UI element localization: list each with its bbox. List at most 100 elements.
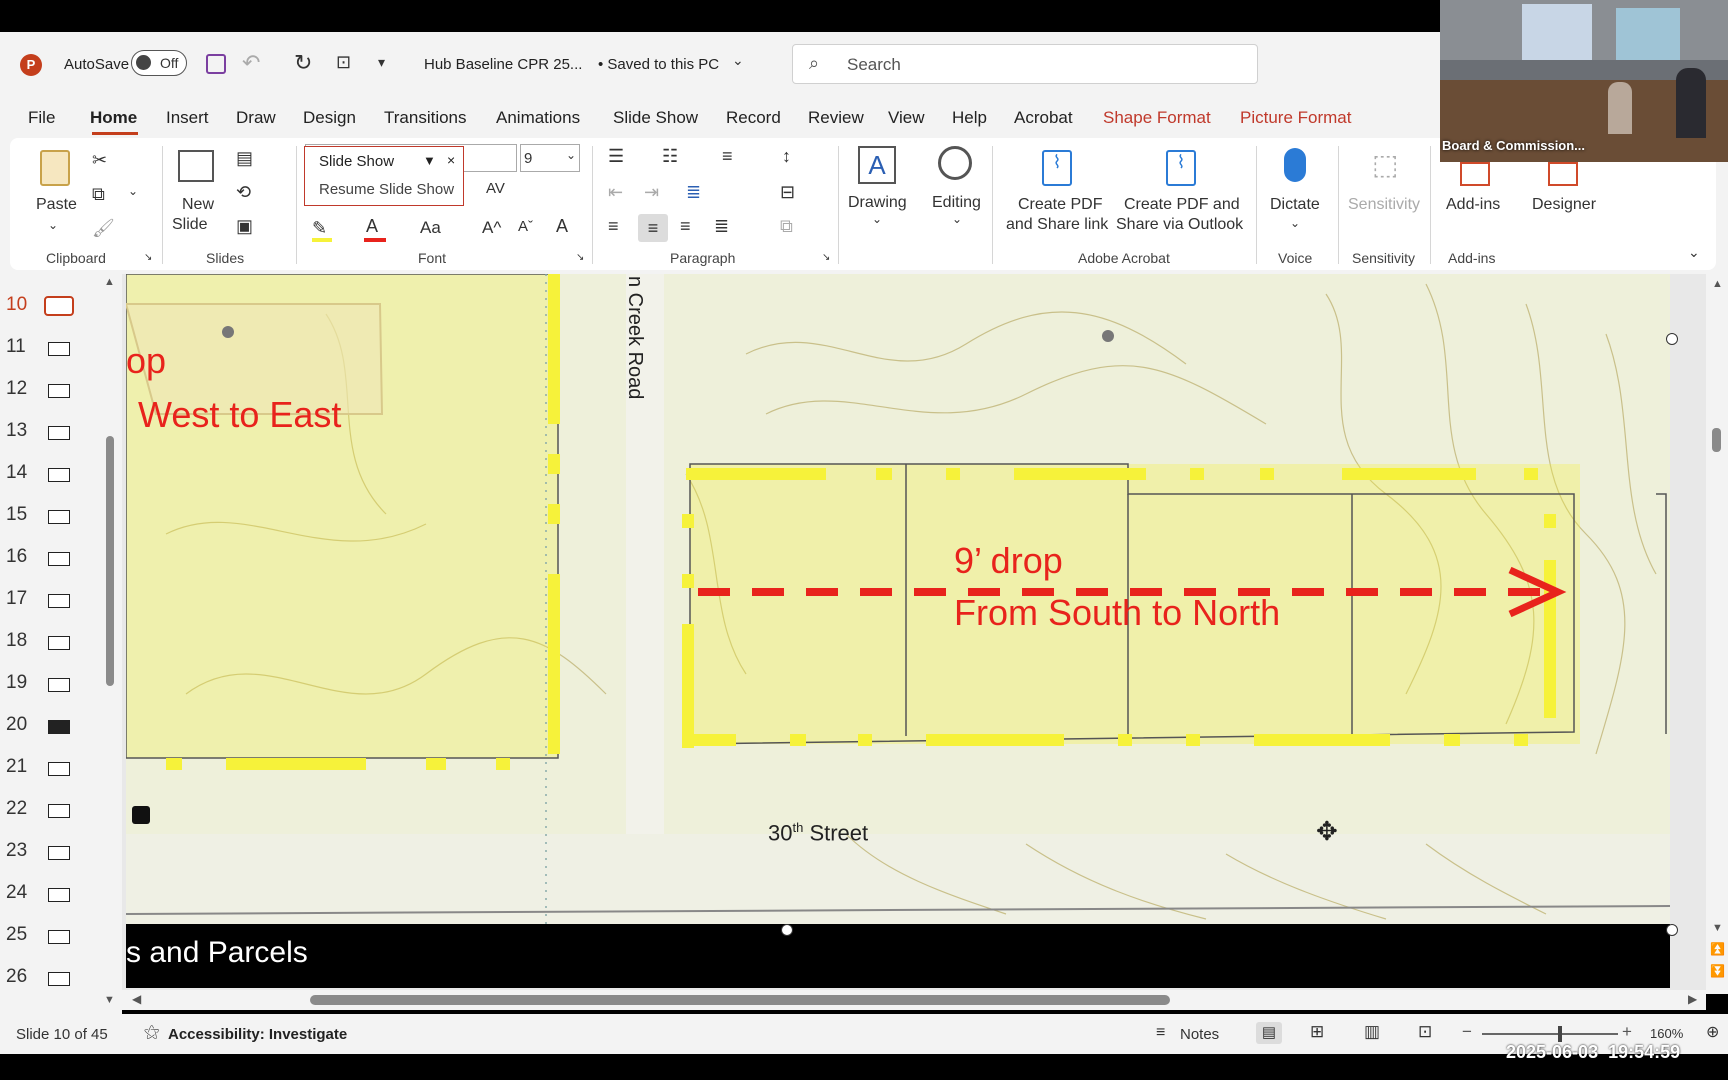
align-text-icon[interactable]: ⊟ <box>780 182 795 203</box>
clipboard-launcher-icon[interactable]: ↘ <box>144 252 152 263</box>
present-icon[interactable]: ⊡ <box>336 52 351 73</box>
align-left-icon[interactable]: ≡ <box>608 216 619 237</box>
numbering-icon[interactable]: ☷ <box>662 146 678 167</box>
addins-button[interactable]: Add-ins <box>1446 196 1500 214</box>
notes-icon[interactable]: ≡ <box>1156 1024 1165 1042</box>
create-pdf-outlook-label-2[interactable]: Share via Outlook <box>1116 216 1243 234</box>
new-slide-icon[interactable] <box>178 150 214 182</box>
customize-qat-icon[interactable]: ▾ <box>378 54 385 71</box>
slide-thumbnail[interactable] <box>48 930 70 944</box>
selection-handle[interactable] <box>781 924 793 936</box>
thumbnail-scrollbar[interactable]: ▲ ▼ <box>104 276 116 1006</box>
thumbnail-number[interactable]: 13 <box>6 420 27 442</box>
cut-icon[interactable]: ✂ <box>92 150 107 171</box>
slide-sorter-icon[interactable]: ⊞ <box>1310 1022 1324 1042</box>
next-slide-icon[interactable]: ⏬ <box>1710 964 1725 978</box>
designer-icon[interactable] <box>1548 162 1578 186</box>
character-spacing-icon[interactable]: AV <box>486 180 505 197</box>
thumbnail-number[interactable]: 20 <box>6 714 27 736</box>
thumbnail-number[interactable]: 26 <box>6 966 27 988</box>
copy-dropdown-icon[interactable]: ⌄ <box>128 184 138 198</box>
sensitivity-button[interactable]: Sensitivity <box>1348 196 1420 214</box>
dictate-button[interactable]: Dictate <box>1270 196 1320 214</box>
paste-dropdown-icon[interactable]: ⌄ <box>48 218 58 232</box>
scroll-down-arrow-icon[interactable]: ▼ <box>1712 922 1723 934</box>
thumbnail-number[interactable]: 10 <box>6 294 27 316</box>
layout-icon[interactable]: ▤ <box>236 148 253 169</box>
fit-slide-icon[interactable]: ⊕ <box>1706 1022 1719 1042</box>
slide-thumbnail[interactable] <box>48 636 70 650</box>
font-launcher-icon[interactable]: ↘ <box>576 252 584 263</box>
chevron-down-icon[interactable]: ⌄ <box>732 52 744 69</box>
decrease-indent-icon[interactable]: ⇤ <box>608 182 623 203</box>
font-size-dropdown-icon[interactable]: ⌄ <box>566 148 576 162</box>
autosave-toggle[interactable]: Off <box>131 50 187 76</box>
thumbnail-number[interactable]: 23 <box>6 840 27 862</box>
editing-icon[interactable] <box>938 146 972 180</box>
align-right-icon[interactable]: ≡ <box>680 216 691 237</box>
thumbnail-selected[interactable] <box>44 296 74 316</box>
addins-icon[interactable] <box>1460 162 1490 186</box>
slide-bottom-title[interactable]: s and Parcels <box>126 936 308 970</box>
text-direction-icon[interactable]: ↕ <box>782 146 791 167</box>
slide-thumbnail[interactable] <box>48 720 70 734</box>
pdf-share-link-icon[interactable]: ⌇ <box>1042 150 1072 186</box>
format-painter-icon[interactable]: 🖌 <box>92 218 115 239</box>
scroll-down-arrow-icon[interactable]: ▼ <box>104 994 115 1006</box>
dictate-dropdown-icon[interactable]: ⌄ <box>1290 216 1300 230</box>
slide-thumbnail[interactable] <box>48 678 70 692</box>
tab-file[interactable]: File <box>28 108 55 128</box>
paste-button[interactable]: Paste <box>36 196 77 214</box>
scroll-left-arrow-icon[interactable]: ◀ <box>132 992 141 1006</box>
slide-vertical-scrollbar[interactable]: ▲ ▼ ⏫ ⏬ <box>1706 274 1728 994</box>
increase-indent-icon[interactable]: ⇥ <box>644 182 659 203</box>
new-slide-label-1[interactable]: New <box>182 196 214 214</box>
scroll-up-arrow-icon[interactable]: ▲ <box>1712 278 1723 290</box>
tab-view[interactable]: View <box>888 108 925 128</box>
tab-design[interactable]: Design <box>303 108 356 128</box>
tab-picture-format[interactable]: Picture Format <box>1240 108 1351 128</box>
collapse-ribbon-icon[interactable]: ⌄ <box>1688 244 1700 261</box>
drawing-icon[interactable]: A <box>858 146 896 184</box>
thumbnail-number[interactable]: 12 <box>6 378 27 400</box>
slide-thumbnail[interactable] <box>48 342 70 356</box>
slide-thumbnail[interactable] <box>48 888 70 902</box>
columns-icon[interactable]: ≣ <box>686 182 701 203</box>
redo-icon[interactable]: ↻ <box>294 50 312 76</box>
copy-icon[interactable]: ⧉ <box>92 184 105 205</box>
section-icon[interactable]: ▣ <box>236 216 253 237</box>
scroll-right-arrow-icon[interactable]: ▶ <box>1688 992 1697 1006</box>
tab-review[interactable]: Review <box>808 108 864 128</box>
thumbnail-number[interactable]: 22 <box>6 798 27 820</box>
undo-icon[interactable]: ↶ <box>242 50 260 76</box>
thumbnail-number[interactable]: 15 <box>6 504 27 526</box>
paragraph-launcher-icon[interactable]: ↘ <box>822 252 830 263</box>
thumbnail-number[interactable]: 16 <box>6 546 27 568</box>
zoom-slider[interactable] <box>1482 1033 1618 1035</box>
line-spacing-icon[interactable]: ≡ <box>722 146 733 167</box>
slideshow-dropdown-popup[interactable]: Slide Show ▼ × Resume Slide Show <box>304 146 464 206</box>
sensitivity-icon[interactable]: ⬚ <box>1372 148 1398 181</box>
slide-thumbnail[interactable] <box>48 510 70 524</box>
horizontal-scrollbar[interactable]: ◀ ▶ <box>122 990 1706 1010</box>
increase-font-icon[interactable]: A^ <box>482 218 501 238</box>
tab-acrobat[interactable]: Acrobat <box>1014 108 1073 128</box>
resume-slide-show-link[interactable]: Resume Slide Show <box>319 181 454 198</box>
thumbnail-number[interactable]: 14 <box>6 462 27 484</box>
designer-button[interactable]: Designer <box>1532 196 1596 214</box>
zoom-slider-thumb[interactable] <box>1558 1026 1562 1042</box>
slide-thumbnail[interactable] <box>48 384 70 398</box>
drawing-button[interactable]: Drawing <box>848 194 907 212</box>
thumbnail-number[interactable]: 18 <box>6 630 27 652</box>
thumbnail-number[interactable]: 21 <box>6 756 27 778</box>
normal-view-icon[interactable]: ▤ <box>1256 1022 1282 1044</box>
selection-handle[interactable] <box>1666 333 1678 345</box>
slide-thumbnail[interactable] <box>48 552 70 566</box>
scrollbar-thumb[interactable] <box>1712 428 1721 452</box>
thumbnail-number[interactable]: 24 <box>6 882 27 904</box>
save-status[interactable]: • Saved to this PC <box>598 56 719 73</box>
scrollbar-thumb[interactable] <box>310 995 1170 1005</box>
tab-transitions[interactable]: Transitions <box>384 108 467 128</box>
paste-icon[interactable] <box>40 150 70 186</box>
scrollbar-thumb[interactable] <box>106 436 114 686</box>
